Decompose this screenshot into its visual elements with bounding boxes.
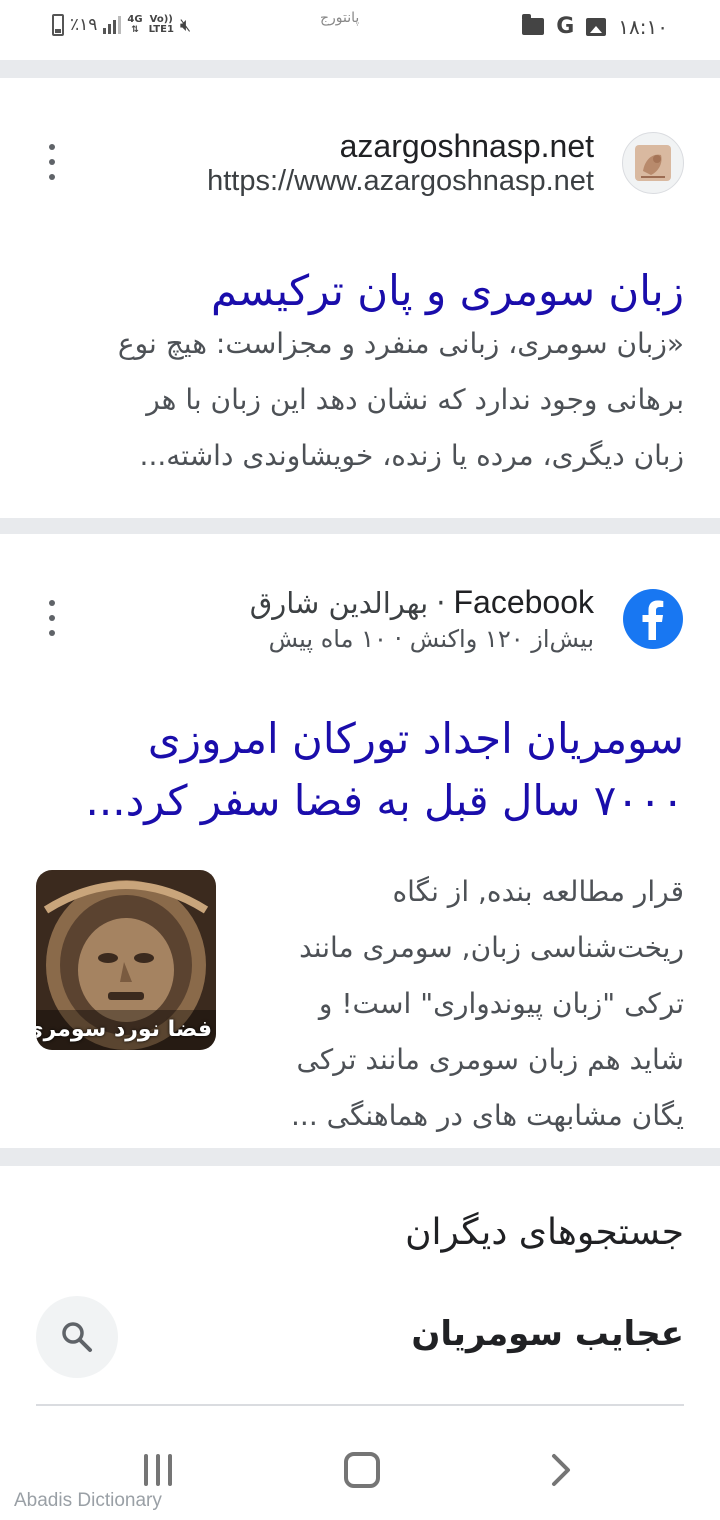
- back-button[interactable]: [548, 1452, 572, 1488]
- post-meta: بیش‌از ۱۲۰ واکنش · ۱۰ ماه پیش: [268, 625, 594, 653]
- snippet-line: «زبان سومری، زبانی منفرد و مجزاست: هیچ ن…: [117, 327, 684, 360]
- google-icon: G: [556, 14, 575, 39]
- result-thumbnail[interactable]: فضا نورد سومری: [36, 870, 216, 1050]
- separator: ·: [436, 586, 446, 620]
- facebook-favicon: [622, 587, 684, 650]
- snippet-line: قرار مطالعه بنده, از نگاه: [392, 875, 684, 908]
- status-left: ٪۱۹ 4G ⇅ Vo)) LTE1 🔇︎: [52, 14, 191, 36]
- result-title-link[interactable]: سومریان اجداد تورکان امروزی ۷۰۰۰ سال قبل…: [36, 708, 684, 832]
- thumbnail-caption: فضا نورد سومری: [36, 1017, 212, 1042]
- search-result-card: بهرالدین شارق · Facebook بیش‌از ۱۲۰ واکن…: [0, 534, 720, 1148]
- site-name: Facebook: [453, 584, 594, 620]
- mute-icon: 🔇︎: [179, 14, 192, 36]
- snippet-line: شاید هم زبان سومری مانند ترکی: [296, 1043, 684, 1076]
- recents-button[interactable]: [144, 1454, 172, 1486]
- volte-indicator: Vo)) LTE1: [148, 14, 174, 35]
- status-center-label: پانتورج: [320, 10, 360, 26]
- result-title-link[interactable]: زبان سومری و پان ترکیسم: [36, 260, 684, 322]
- post-author: بهرالدین شارق: [249, 586, 429, 620]
- related-search-item[interactable]: عجایب سومریان: [36, 1296, 684, 1378]
- status-bar: ٪۱۹ 4G ⇅ Vo)) LTE1 🔇︎ پانتورج G ۱۸:۱۰: [0, 0, 720, 60]
- snippet-line: یگان مشابهت های در هماهنگی ...: [291, 1099, 684, 1132]
- more-options-icon[interactable]: [42, 600, 62, 636]
- site-info[interactable]: بهرالدین شارق · Facebook بیش‌از ۱۲۰ واکن…: [250, 584, 684, 653]
- site-text: azargoshnasp.net https://www.azargoshnas…: [207, 128, 594, 198]
- battery-percent: ٪۱۹: [70, 15, 98, 35]
- site-name-row: بهرالدین شارق · Facebook: [250, 584, 594, 621]
- snippet-line: برهانی وجود ندارد که نشان دهد این زبان ب…: [146, 383, 684, 416]
- title-line: سومریان اجداد تورکان امروزی: [147, 714, 684, 763]
- site-text: بهرالدین شارق · Facebook بیش‌از ۱۲۰ واکن…: [250, 584, 594, 653]
- site-url: https://www.azargoshnasp.net: [207, 165, 594, 197]
- others-searched-heading: جستجوهای دیگران: [405, 1212, 684, 1253]
- watermark: Abadis Dictionary: [14, 1490, 162, 1511]
- result-snippet: قرار مطالعه بنده, از نگاه ریخت‌شناسی زبا…: [250, 864, 684, 1144]
- divider: [0, 60, 720, 78]
- battery-icon: [52, 14, 64, 36]
- image-icon: [586, 17, 607, 36]
- title-line: ۷۰۰۰ سال قبل به فضا سفر کرد...: [85, 776, 684, 825]
- network-indicator: 4G ⇅: [127, 14, 143, 36]
- divider: [0, 518, 720, 534]
- clock: ۱۸:۱۰: [618, 14, 668, 39]
- signal-icon: [103, 16, 122, 34]
- site-favicon: [622, 132, 684, 194]
- relief-icon: [635, 145, 671, 181]
- search-result-card: azargoshnasp.net https://www.azargoshnas…: [0, 78, 720, 518]
- snippet-line: زبان دیگری، مرده یا زنده، خویشاوندی داشت…: [139, 439, 684, 472]
- site-info[interactable]: azargoshnasp.net https://www.azargoshnas…: [207, 128, 684, 198]
- search-icon: [36, 1296, 118, 1378]
- facebook-icon: [623, 588, 683, 649]
- divider: [36, 1404, 684, 1406]
- snippet-line: ریخت‌شناسی زبان, سومری مانند: [299, 931, 684, 964]
- home-button[interactable]: [344, 1452, 380, 1488]
- status-right: G ۱۸:۱۰: [522, 14, 668, 39]
- related-search-label: عجایب سومریان: [411, 1314, 684, 1354]
- snippet-line: ترکی "زبان پیوندواری" است! و: [318, 987, 684, 1020]
- site-name: azargoshnasp.net: [339, 128, 594, 164]
- result-snippet: «زبان سومری، زبانی منفرد و مجزاست: هیچ ن…: [36, 316, 684, 484]
- more-options-icon[interactable]: [42, 144, 62, 180]
- divider: [0, 1148, 720, 1166]
- folder-icon: [522, 14, 545, 35]
